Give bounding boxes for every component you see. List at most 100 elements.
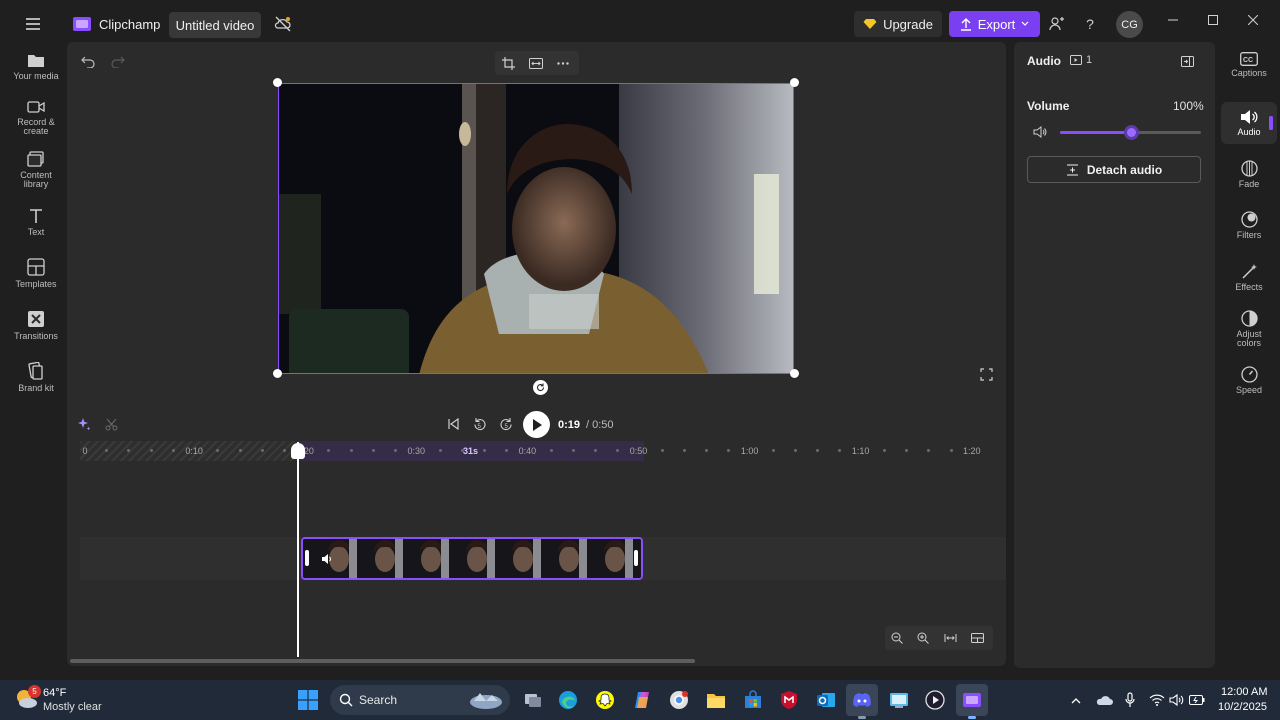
search-label: Search: [359, 693, 398, 707]
video-preview[interactable]: [278, 83, 794, 374]
resize-handle[interactable]: [790, 369, 799, 378]
nav-label: Speed: [1235, 385, 1263, 395]
outlook-icon[interactable]: [810, 684, 842, 716]
copilot-icon[interactable]: [626, 684, 658, 716]
collapse-panel-icon[interactable]: [1178, 52, 1196, 70]
timeline-view-icon[interactable]: [968, 629, 986, 647]
zoom-in-icon[interactable]: [914, 629, 932, 647]
media-player-icon[interactable]: [919, 684, 951, 716]
search-highlight-icon: [470, 693, 502, 709]
nav-record-create[interactable]: Record & create: [4, 100, 68, 137]
file-explorer-icon[interactable]: [700, 684, 732, 716]
nav-transitions[interactable]: Transitions: [4, 310, 68, 341]
weather-widget[interactable]: 5 64°F Mostly clear: [12, 684, 122, 716]
wifi-icon[interactable]: [1148, 691, 1166, 709]
crop-icon[interactable]: [499, 54, 517, 72]
nav-brand-kit[interactable]: Brand kit: [4, 362, 68, 393]
nav-adjust-colors[interactable]: Adjust colors: [1221, 310, 1277, 349]
clip-thumbnail-detail: [441, 539, 449, 578]
volume-speaker-icon[interactable]: [1032, 124, 1048, 140]
nav-templates[interactable]: Templates: [4, 258, 68, 289]
cloud-sync-off-icon[interactable]: [272, 13, 294, 35]
nav-text[interactable]: Text: [4, 208, 68, 237]
project-title-field[interactable]: Untitled video: [169, 12, 261, 38]
video-clip-icon: [1070, 55, 1082, 65]
skip-to-start-icon[interactable]: [443, 415, 463, 433]
zoom-out-icon[interactable]: [888, 629, 906, 647]
avatar[interactable]: CG: [1116, 11, 1143, 38]
clip-right-handle[interactable]: [634, 550, 638, 566]
nav-effects[interactable]: Effects: [1221, 263, 1277, 292]
weather-temp: 64°F: [43, 687, 67, 699]
share-people-icon[interactable]: [1045, 13, 1069, 35]
resize-handle[interactable]: [273, 78, 282, 87]
hamburger-menu-icon[interactable]: [20, 12, 46, 36]
horizontal-scrollbar[interactable]: [70, 659, 695, 663]
task-view-icon[interactable]: [517, 684, 549, 716]
folder-icon: [28, 55, 44, 67]
fit-icon[interactable]: [527, 54, 545, 72]
upgrade-button[interactable]: Upgrade: [854, 11, 942, 37]
weather-alert-badge: 5: [28, 685, 41, 698]
timeline-tick-dot: [371, 449, 375, 452]
timeline-tick-dot: [149, 449, 153, 452]
fullscreen-icon[interactable]: [977, 365, 995, 383]
show-hidden-icons-icon[interactable]: [1068, 692, 1084, 708]
timeline-tick-dot: [571, 449, 575, 452]
snipping-tool-icon[interactable]: [883, 684, 915, 716]
panel-title: Audio: [1027, 54, 1061, 68]
play-icon: [532, 418, 542, 431]
resize-handle[interactable]: [790, 78, 799, 87]
microsoft-store-icon[interactable]: [737, 684, 769, 716]
discord-icon[interactable]: [846, 684, 878, 716]
clip-left-handle[interactable]: [305, 550, 309, 566]
chrome-icon[interactable]: [663, 684, 695, 716]
clock-date[interactable]: 10/2/2025: [1218, 701, 1267, 713]
volume-value: 100%: [1173, 99, 1204, 113]
timeline-hover-time: 31s: [463, 446, 479, 456]
maximize-icon[interactable]: [1203, 10, 1223, 30]
forward-5s-icon[interactable]: 5: [496, 414, 516, 434]
playhead-knob[interactable]: [291, 443, 305, 459]
start-button[interactable]: [292, 684, 324, 716]
taskbar-search[interactable]: Search: [330, 685, 510, 715]
mcafee-icon[interactable]: [773, 684, 805, 716]
clipchamp-taskbar-icon[interactable]: [956, 684, 988, 716]
close-icon[interactable]: [1243, 10, 1263, 30]
edge-icon[interactable]: [552, 684, 584, 716]
nav-filters[interactable]: Filters: [1221, 211, 1277, 240]
clock-time[interactable]: 12:00 AM: [1221, 686, 1267, 698]
nav-content-library[interactable]: Content library: [4, 151, 68, 190]
onedrive-icon[interactable]: [1094, 691, 1114, 709]
magic-sparkle-icon[interactable]: [75, 415, 93, 433]
playhead[interactable]: [297, 442, 299, 657]
volume-icon[interactable]: [1168, 691, 1186, 709]
nav-captions[interactable]: CC Captions: [1221, 52, 1277, 78]
clip-count: 1: [1086, 54, 1093, 66]
zoom-controls: [885, 626, 993, 650]
battery-icon[interactable]: [1188, 691, 1206, 709]
minimize-icon[interactable]: [1163, 10, 1183, 30]
export-button[interactable]: Export: [949, 11, 1040, 37]
redo-icon[interactable]: [109, 53, 127, 71]
resize-handle[interactable]: [273, 369, 282, 378]
more-options-icon[interactable]: [554, 54, 572, 72]
video-clip[interactable]: [301, 537, 643, 580]
detach-audio-button[interactable]: Detach audio: [1027, 156, 1201, 183]
help-icon[interactable]: ?: [1080, 13, 1100, 35]
nav-your-media[interactable]: Your media: [4, 52, 68, 81]
undo-icon[interactable]: [79, 53, 97, 71]
nav-speed[interactable]: Speed: [1221, 366, 1277, 395]
microphone-icon[interactable]: [1122, 691, 1138, 709]
text-icon: [30, 209, 42, 223]
snapchat-icon[interactable]: [589, 684, 621, 716]
play-button[interactable]: [523, 411, 550, 438]
volume-slider-knob[interactable]: [1123, 125, 1139, 140]
rewind-5s-icon[interactable]: 5: [469, 414, 489, 434]
rotate-handle-icon[interactable]: [533, 380, 548, 395]
timeline-tick-label: 1:20: [963, 446, 981, 456]
split-scissors-icon[interactable]: [102, 415, 120, 433]
nav-fade[interactable]: Fade: [1221, 160, 1277, 189]
volume-slider[interactable]: [1060, 125, 1201, 140]
fit-timeline-icon[interactable]: [941, 629, 959, 647]
